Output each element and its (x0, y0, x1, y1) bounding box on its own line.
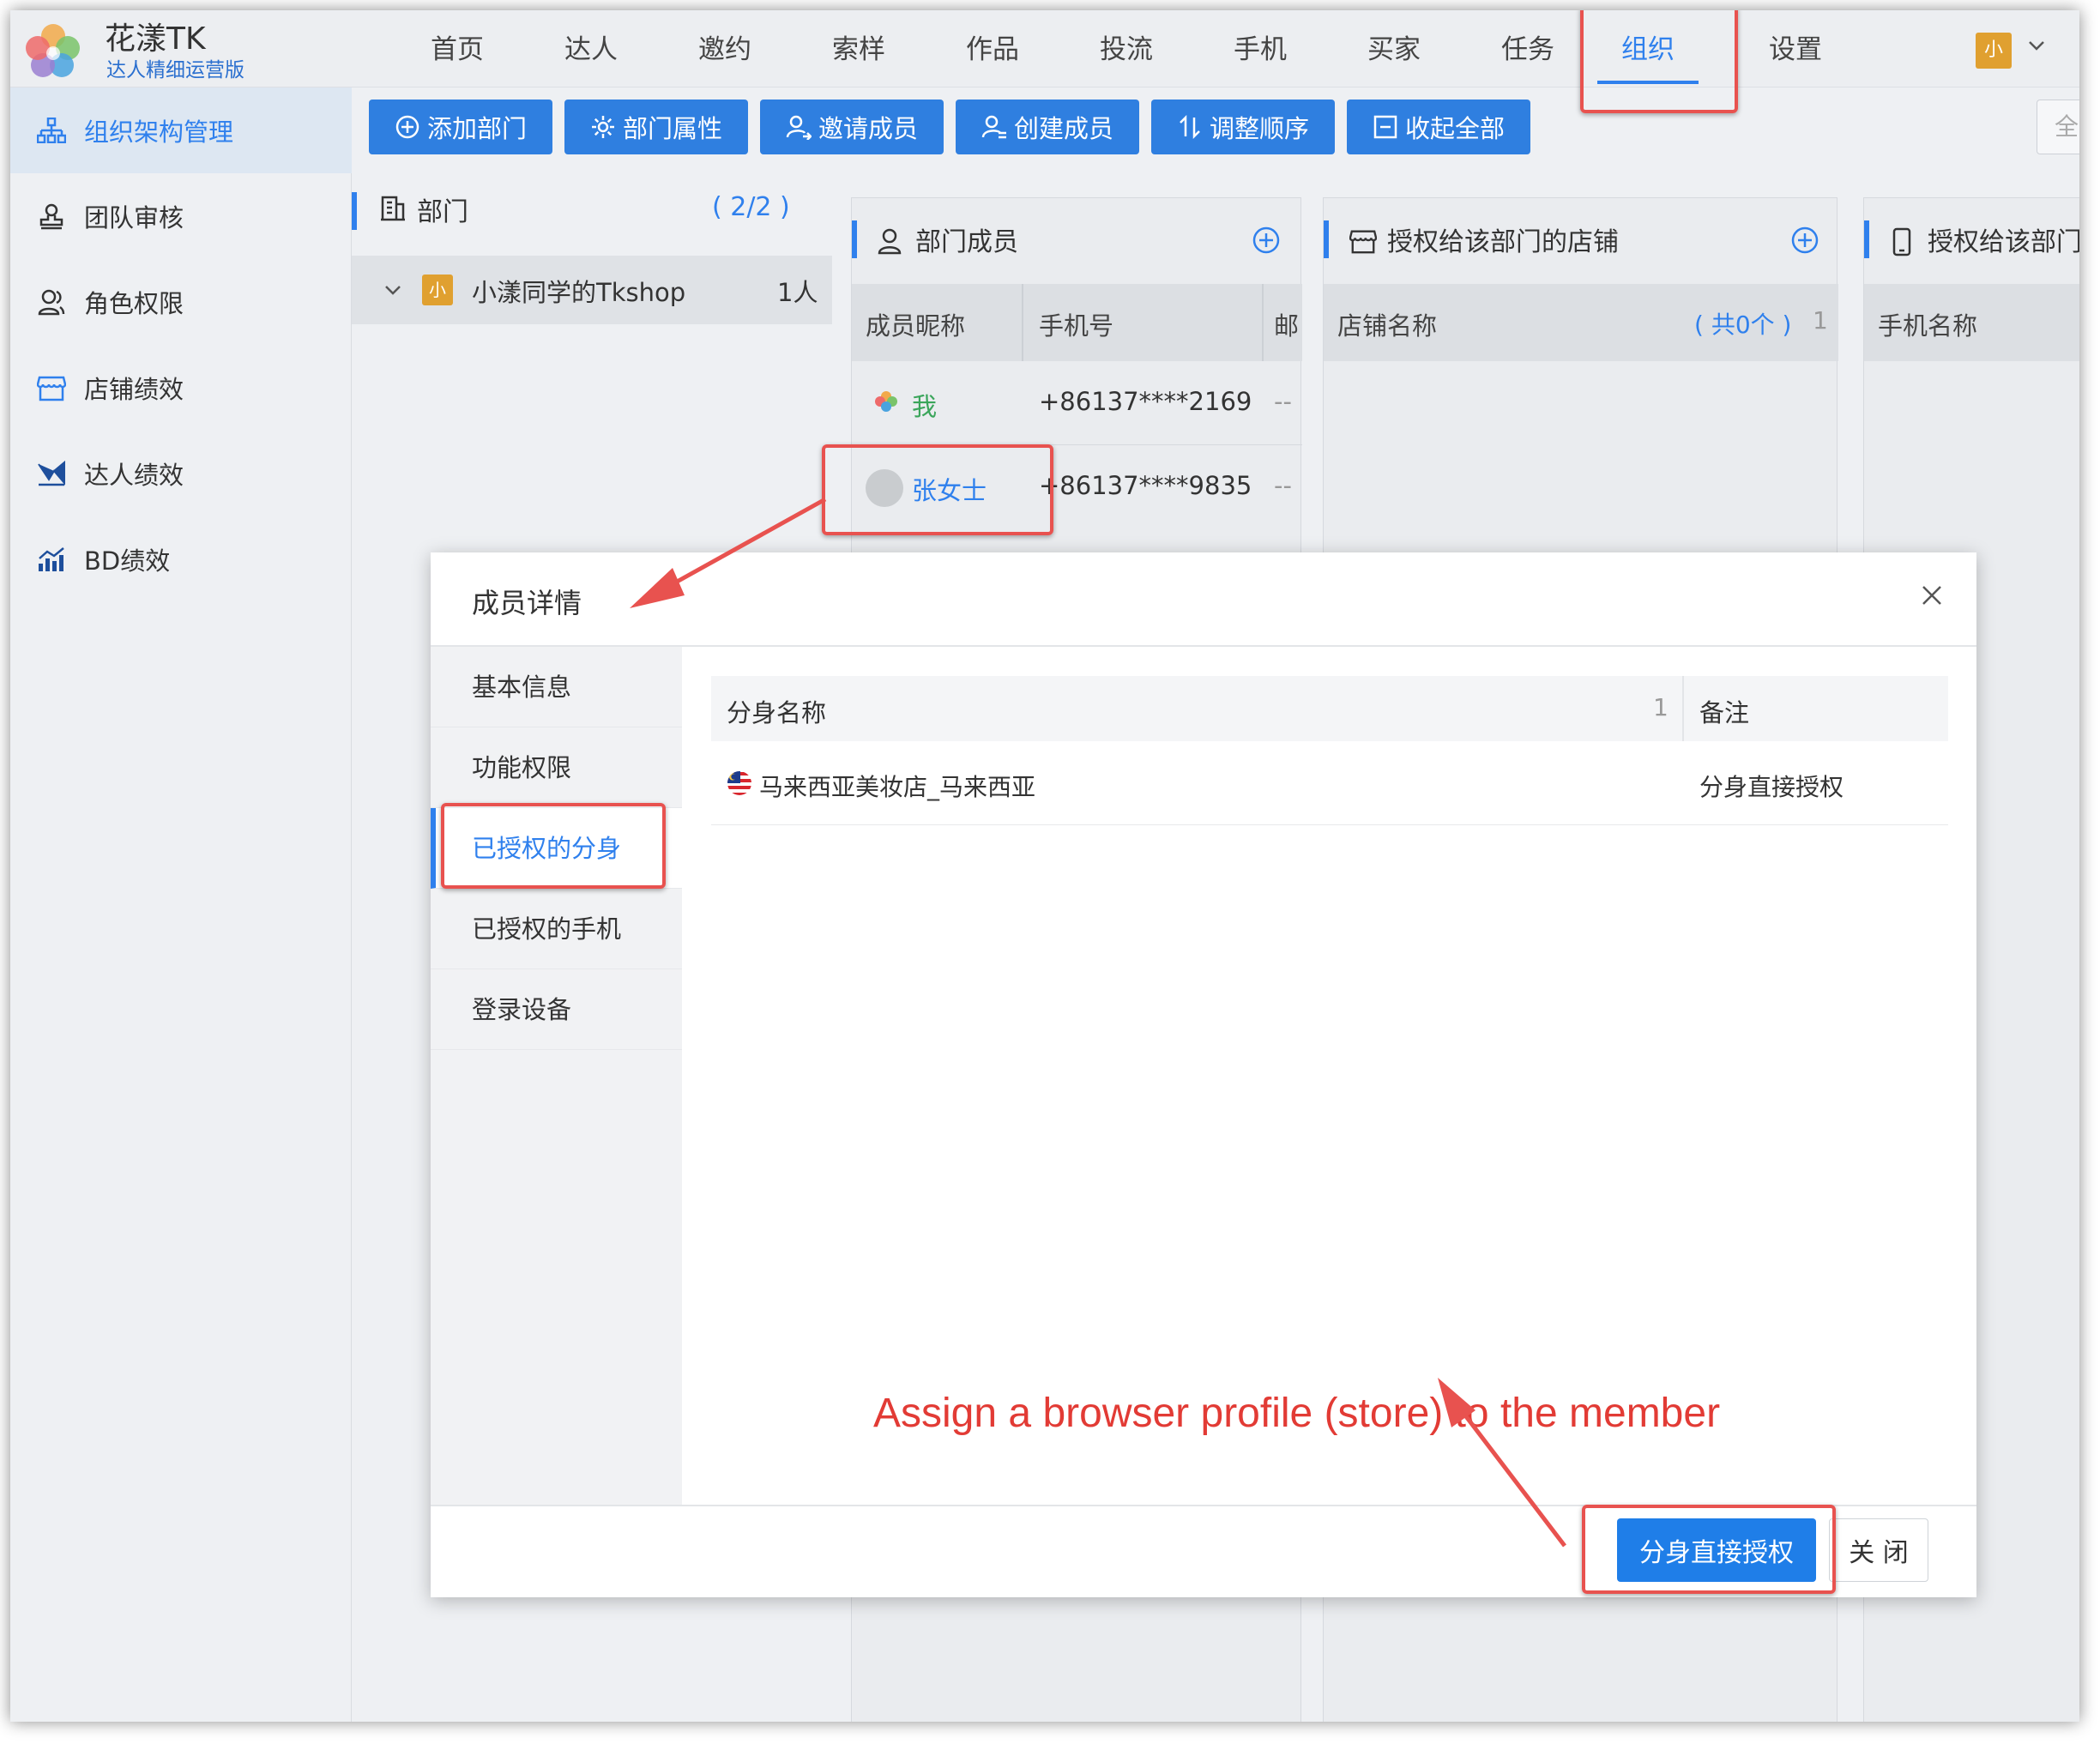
annotation-arrows (630, 497, 1566, 1548)
app-window: 花漾TK 达人精细运营版 首页 达人 邀约 索样 作品 投流 手机 买家 任务 … (10, 10, 2079, 1722)
arrow-from-button (1438, 1378, 1566, 1548)
arrow-to-modal-title (630, 497, 827, 608)
